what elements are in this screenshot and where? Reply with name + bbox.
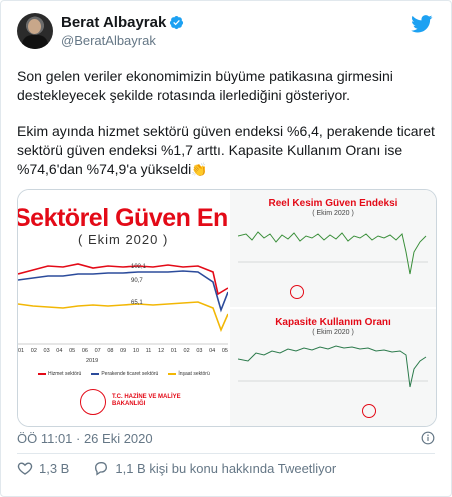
like-button[interactable]: 1,3 B bbox=[17, 460, 69, 476]
author-name[interactable]: Berat Albayrak bbox=[61, 14, 166, 31]
value-label-1: 102,1 bbox=[131, 264, 147, 270]
ministry-logo-icon bbox=[80, 389, 106, 415]
real-sector-chart bbox=[238, 231, 428, 275]
info-icon[interactable] bbox=[421, 431, 435, 445]
media-rb-subtitle: ( Ekim 2020 ) bbox=[312, 329, 354, 336]
media-image-real-sector-confidence[interactable]: Reel Kesim Güven Endeksi ( Ekim 2020 ) bbox=[230, 190, 436, 307]
month-axis: 01 02 03 04 05 06 07 08 09 10 11 12 01 02 03 04 05 bbox=[18, 348, 228, 354]
media-rt-title: Reel Kesim Güven Endeksi bbox=[268, 198, 398, 209]
ministry-logo-icon-rt bbox=[290, 285, 304, 299]
ministry-name: T.C. HAZİNE VE MALİYE BAKANLIĞI bbox=[112, 394, 181, 407]
capacity-chart bbox=[238, 345, 428, 388]
value-label-3: 65,1 bbox=[131, 300, 143, 306]
media-rt-subtitle: ( Ekim 2020 ) bbox=[312, 210, 354, 217]
avatar[interactable] bbox=[17, 13, 53, 49]
media-left-subtitle: ( Ekim 2020 ) bbox=[78, 232, 169, 247]
divider bbox=[17, 453, 435, 454]
tweet-actions: 1,3 B 1,1 B kişi bu konu hakkında Tweetl… bbox=[17, 460, 360, 476]
media-image-capacity-utilization[interactable]: Kapasite Kullanım Oranı ( Ekim 2020 ) bbox=[230, 309, 436, 426]
media-rb-title: Kapasite Kullanım Oranı bbox=[275, 317, 391, 328]
author-block[interactable]: Berat Albayrak @BeratAlbayrak bbox=[61, 14, 184, 48]
ministry-logo-icon-rb bbox=[362, 404, 376, 418]
tweet-paragraph-2-text: Ekim ayında hizmet sektörü güven endeksi… bbox=[17, 123, 435, 177]
author-name-row[interactable]: Berat Albayrak bbox=[61, 14, 184, 31]
tweet-paragraph-1: Son gelen veriler ekonomimizin büyüme pa… bbox=[17, 68, 393, 103]
verified-badge-icon bbox=[170, 15, 184, 30]
year-label: 2019 bbox=[86, 358, 99, 364]
like-count: 1,3 B bbox=[39, 460, 70, 476]
heart-icon bbox=[17, 462, 33, 475]
tweet-timestamp[interactable]: ÖÖ 11:01 · 26 Eki 2020 bbox=[17, 431, 153, 446]
clapping-hands-emoji: 👏 bbox=[191, 162, 208, 177]
reply-bubble-icon bbox=[95, 462, 108, 476]
series-insaat bbox=[18, 301, 228, 333]
discussion-text: 1,1 B kişi bu konu hakkında Tweetliyor bbox=[115, 460, 337, 476]
conversation-button[interactable]: 1,1 B kişi bu konu hakkında Tweetliyor bbox=[93, 460, 336, 476]
tweet-card: Berat Albayrak @BeratAlbayrak Son gelen … bbox=[0, 0, 452, 497]
series-hizmet bbox=[18, 263, 228, 296]
tweet-header: Berat Albayrak @BeratAlbayrak bbox=[17, 13, 437, 57]
sectoral-confidence-chart bbox=[18, 263, 228, 345]
value-label-2: 90,7 bbox=[131, 278, 143, 284]
tweet-text: Son gelen veriler ekonomimizin büyüme pa… bbox=[17, 67, 437, 196]
chart-legend: Hizmet sektörü Perakende ticaret sektörü… bbox=[38, 371, 210, 377]
media-image-sectoral-confidence[interactable]: Sektörel Güven Endeksi ( Ekim 2020 ) 102… bbox=[18, 190, 290, 426]
tweet-media-grid[interactable]: Sektörel Güven Endeksi ( Ekim 2020 ) 102… bbox=[17, 189, 437, 427]
author-handle[interactable]: @BeratAlbayrak bbox=[61, 33, 184, 48]
twitter-bird-icon[interactable] bbox=[411, 15, 433, 33]
series-perakende bbox=[18, 270, 228, 313]
tweet-paragraph-2: Ekim ayında hizmet sektörü güven endeksi… bbox=[17, 122, 437, 179]
